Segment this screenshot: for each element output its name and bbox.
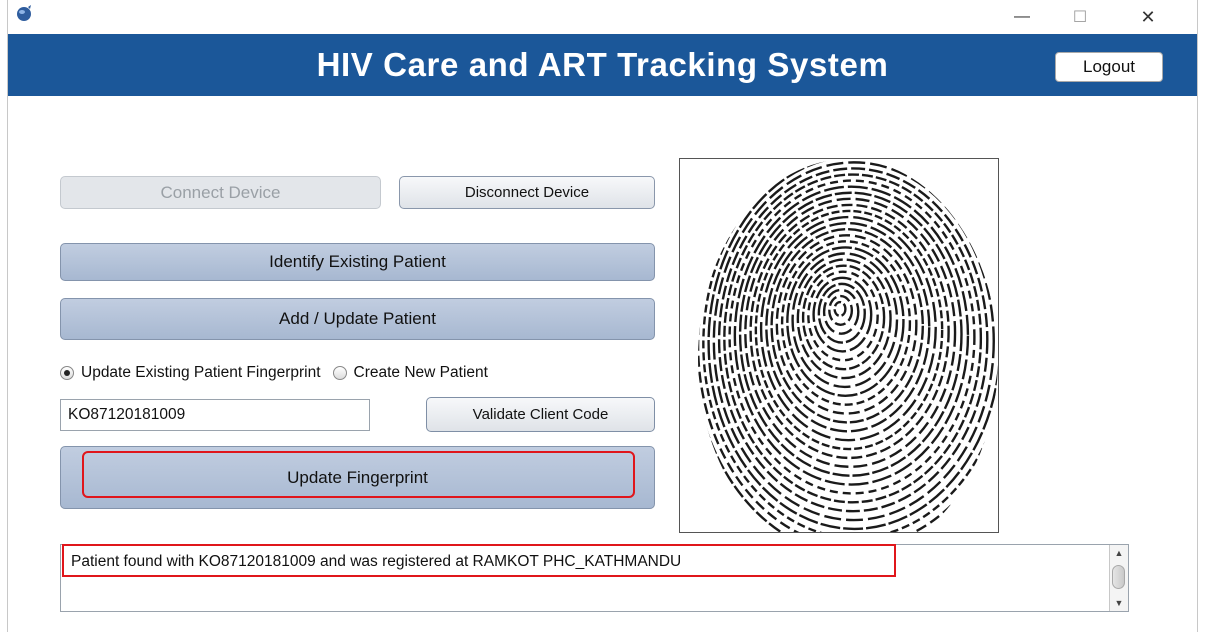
fingerprint-ridge	[828, 294, 854, 326]
fingerprint-ridge	[786, 246, 905, 397]
fingerprint-ridge	[770, 228, 924, 424]
maximize-icon: ☐	[1072, 9, 1088, 26]
create-new-radio[interactable]	[332, 366, 347, 380]
scroll-thumb[interactable]	[1112, 565, 1125, 589]
update-fingerprint-highlight	[82, 451, 635, 498]
update-existing-label: Update Existing Patient Fingerprint	[81, 364, 321, 381]
validate-client-code-button[interactable]: Validate Client Code	[426, 397, 655, 432]
client-code-input[interactable]: KO87120181009	[60, 399, 370, 431]
create-new-label: Create New Patient	[353, 364, 488, 381]
scroll-down-arrow-icon[interactable]: ▼	[1110, 595, 1128, 611]
patient-mode-group: Update Existing Patient Fingerprint Crea…	[60, 362, 488, 384]
radio-selected-dot	[64, 370, 70, 376]
maximize-button[interactable]: ☐	[1060, 0, 1100, 34]
header-banner: HIV Care and ART Tracking System Logout	[8, 34, 1197, 96]
identify-existing-patient-button[interactable]: Identify Existing Patient	[60, 243, 655, 281]
minimize-icon: —	[1014, 8, 1030, 25]
add-update-patient-button[interactable]: Add / Update Patient	[60, 298, 655, 340]
minimize-button[interactable]: —	[1002, 0, 1042, 34]
connect-device-button[interactable]: Connect Device	[60, 176, 381, 209]
fingerprint-ridge	[833, 300, 847, 318]
title-bar: — ☐ ✕	[8, 0, 1197, 34]
scroll-up-arrow-icon[interactable]: ▲	[1110, 545, 1128, 561]
update-existing-radio[interactable]	[60, 366, 74, 380]
logout-button[interactable]: Logout	[1055, 52, 1163, 82]
close-button[interactable]: ✕	[1128, 0, 1168, 34]
message-scrollbar[interactable]: ▲ ▼	[1109, 545, 1128, 611]
close-icon: ✕	[1140, 6, 1156, 27]
message-highlight	[62, 544, 896, 577]
app-window: — ☐ ✕ HIV Care and ART Tracking System L…	[7, 0, 1198, 632]
page-title: HIV Care and ART Tracking System	[316, 46, 889, 83]
app-icon	[14, 3, 34, 23]
fingerprint-image	[679, 158, 999, 533]
fingerprint-icon	[698, 159, 998, 532]
disconnect-device-button[interactable]: Disconnect Device	[399, 176, 655, 209]
fingerprint-ridge	[765, 221, 931, 433]
